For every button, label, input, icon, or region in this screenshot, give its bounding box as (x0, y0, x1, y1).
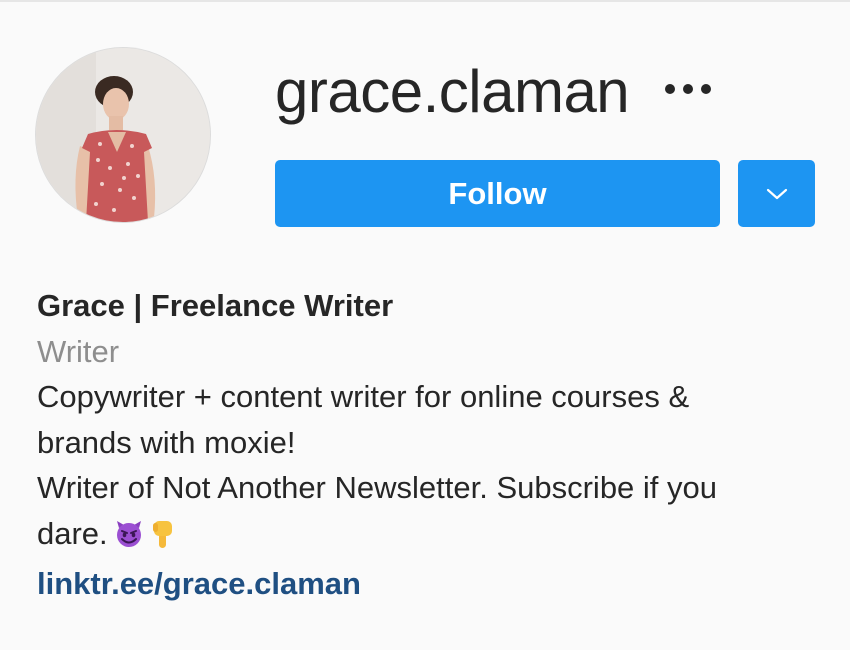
full-name: Grace | Freelance Writer (37, 288, 394, 323)
follow-button-label: Follow (448, 175, 547, 211)
follow-button[interactable]: Follow (275, 160, 720, 227)
avatar[interactable] (36, 48, 210, 222)
smiling-devil-emoji (114, 516, 144, 562)
more-options-button[interactable] (660, 72, 716, 106)
username: grace.claman (275, 58, 630, 125)
bio-line-last: dare. (37, 511, 827, 562)
bio-line: Writer of Not Another Newsletter. Subscr… (37, 470, 718, 505)
suggested-accounts-dropdown-button[interactable] (738, 160, 815, 227)
external-link[interactable]: linktr.ee/grace.claman (37, 566, 361, 601)
pointing-down-emoji (150, 516, 176, 562)
bio-line: brands with moxie! (37, 424, 296, 460)
profile-photo (36, 48, 210, 222)
profile-header: grace.claman Follow Grace | Freelance Wr… (0, 0, 850, 650)
category-label: Writer (37, 333, 120, 369)
chevron-down-icon (766, 188, 787, 199)
bio-line: Copywriter + content writer for online c… (37, 379, 690, 414)
bio: Grace | Freelance Writer Writer Copywrit… (37, 283, 827, 607)
bio-line-text: dare. (37, 515, 108, 551)
more-horizontal-icon (665, 84, 711, 94)
